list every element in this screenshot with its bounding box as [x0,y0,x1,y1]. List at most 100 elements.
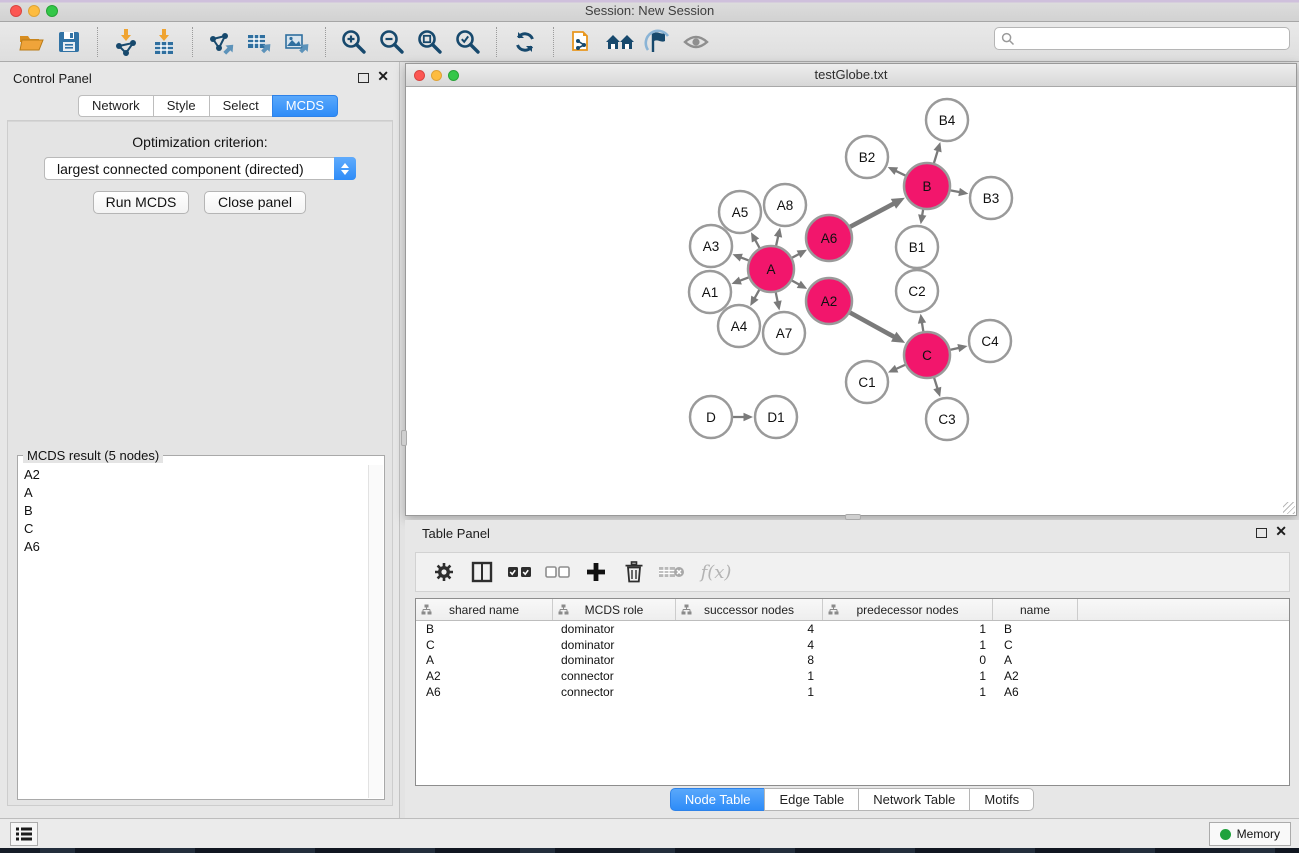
memory-status-icon [1220,829,1231,840]
tab-select[interactable]: Select [209,95,272,117]
new-session-from-network-button[interactable] [565,26,599,58]
result-list-scrollbar[interactable] [368,465,383,798]
save-session-button[interactable] [52,26,86,58]
network-window-titlebar: testGlobe.txt [406,64,1296,87]
zoom-out-button[interactable] [375,26,409,58]
search-input[interactable] [1015,30,1289,48]
close-table-panel-button[interactable]: ✕ [1275,523,1287,541]
mcds-tab-content: Optimization criterion: largest connecte… [7,120,393,806]
tab-network-table[interactable]: Network Table [858,788,969,811]
table-row[interactable]: A6connector11A6 [416,684,1289,700]
flag-slash-icon [644,28,672,56]
export-table-icon [244,27,274,57]
export-table-button[interactable] [242,26,276,58]
column-edit-icon [558,604,569,615]
tab-mcds[interactable]: MCDS [272,95,338,117]
column-header-MCDS-role[interactable]: MCDS role [553,599,676,620]
zoom-selected-button[interactable] [451,26,485,58]
plus-icon [585,561,607,583]
table-row[interactable]: Adominator80A [416,652,1289,668]
select-all-columns-button[interactable] [504,557,536,587]
table-row[interactable]: Bdominator41B [416,621,1289,637]
column-header-label: MCDS role [585,603,644,617]
column-header-successor-nodes[interactable]: successor nodes [676,599,823,620]
network-zoom-button[interactable] [448,70,459,81]
table-mode-button[interactable] [466,557,498,587]
zoom-out-icon [378,28,406,56]
network-minimize-button[interactable] [431,70,442,81]
close-window-button[interactable] [10,5,22,17]
delete-columns-button[interactable] [618,557,650,587]
float-table-panel-button[interactable] [1256,525,1267,543]
export-network-button[interactable] [204,26,238,58]
zoom-in-icon [340,28,368,56]
open-file-button[interactable] [14,26,48,58]
tab-network[interactable]: Network [78,95,153,117]
column-edit-icon [421,604,432,615]
tab-node-table[interactable]: Node Table [670,788,765,811]
export-image-button[interactable] [280,26,314,58]
memory-button[interactable]: Memory [1209,822,1291,846]
zoom-fit-button[interactable] [413,26,447,58]
refresh-button[interactable] [508,26,542,58]
column-header-shared-name[interactable]: shared name [416,599,553,620]
function-icon: f(x) [701,562,732,583]
edge-arrowhead-icon [933,387,941,397]
tab-style[interactable]: Style [153,95,209,117]
resize-grip[interactable] [1283,502,1295,514]
delete-table-button[interactable] [656,557,688,587]
minimize-window-button[interactable] [28,5,40,17]
zoom-in-button[interactable] [337,26,371,58]
network-canvas-area[interactable]: B4B2BB3A5A8A6B1A3AA1C2A2A4A7C4CC1C3DD1 [406,87,1296,515]
toolbar-separator [553,27,554,57]
export-network-icon [206,27,236,57]
network-close-button[interactable] [414,70,425,81]
run-mcds-button[interactable]: Run MCDS [93,191,189,214]
close-panel-button-mcds[interactable]: Close panel [204,191,306,214]
edge-arrowhead-icon [918,314,926,324]
table-row[interactable]: Cdominator41C [416,637,1289,653]
home-layout-button[interactable] [603,26,637,58]
table-cell: connector [553,685,676,699]
zoom-window-button[interactable] [46,5,58,17]
table-cell: 1 [823,622,993,636]
result-list-item[interactable]: C [19,519,369,537]
add-column-button[interactable] [580,557,612,587]
clear-flags-button[interactable] [641,26,675,58]
table-cell: dominator [553,638,676,652]
table-toolbar: f(x) [415,552,1290,592]
node-label: C [922,348,932,363]
float-panel-button[interactable] [358,70,369,88]
node-label: C1 [858,375,875,390]
column-header-name[interactable]: name [993,599,1078,620]
result-list-item[interactable]: A6 [19,537,369,555]
show-hide-button[interactable] [679,26,713,58]
node-label: A1 [702,285,719,300]
table-row[interactable]: A2connector11A2 [416,668,1289,684]
control-panel: Control Panel ✕ NetworkStyleSelectMCDS O… [0,62,400,818]
result-list-item[interactable]: A [19,483,369,501]
split-divider-vertical-knob[interactable] [401,430,407,446]
node-label: C3 [938,412,955,427]
float-icon [358,73,369,83]
column-header-predecessor-nodes[interactable]: predecessor nodes [823,599,993,620]
table-settings-button[interactable] [428,557,460,587]
task-history-button[interactable] [10,822,38,846]
network-canvas[interactable]: B4B2BB3A5A8A6B1A3AA1C2A2A4A7C4CC1C3DD1 [406,87,1296,515]
refresh-icon [511,28,539,56]
tab-motifs[interactable]: Motifs [969,788,1034,811]
result-list-item[interactable]: A2 [19,465,369,483]
result-list-item[interactable]: B [19,501,369,519]
criterion-dropdown[interactable]: largest connected component (directed) [44,157,356,180]
close-panel-button[interactable]: ✕ [377,68,389,86]
table-cell: A2 [993,669,1078,683]
search-field[interactable] [994,27,1290,50]
function-builder-button[interactable]: f(x) [694,557,738,587]
tab-edge-table[interactable]: Edge Table [764,788,858,811]
unselect-all-columns-button[interactable] [542,557,574,587]
network-view-window: testGlobe.txt B4B2BB3A5A8A6B1A3AA1C2A2A4… [405,63,1297,516]
import-table-button[interactable] [147,26,181,58]
table-cell: 1 [823,685,993,699]
import-network-button[interactable] [109,26,143,58]
node-label: D [706,410,716,425]
